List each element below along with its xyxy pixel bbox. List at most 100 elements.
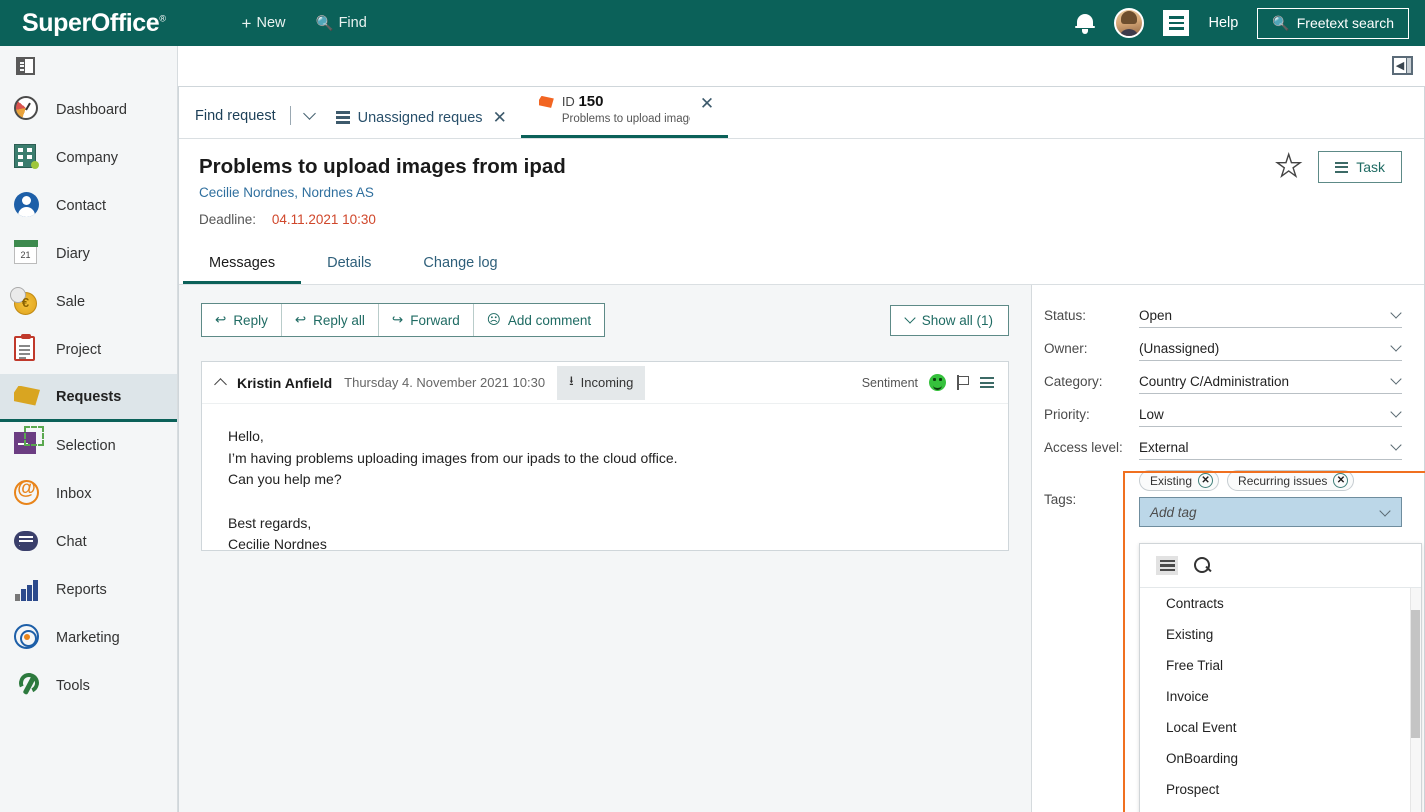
sidebar-label-inbox: Inbox xyxy=(56,486,92,502)
forward-button[interactable]: ↪ Forward xyxy=(379,304,474,336)
chevron-down-icon xyxy=(1390,373,1402,385)
tab-id-number: 150 xyxy=(578,92,604,110)
reply-label: Reply xyxy=(233,312,268,328)
sidebar-label-sale: Sale xyxy=(56,294,86,310)
remove-tag-icon[interactable]: ✕ xyxy=(1333,473,1349,488)
tab-request-150[interactable]: ID 150 Problems to upload image ✕ xyxy=(520,92,729,138)
category-select[interactable]: Country C/Administration xyxy=(1139,369,1402,394)
sidebar-item-inbox[interactable]: Inbox xyxy=(0,470,177,518)
dropdown-option[interactable]: Free Trial xyxy=(1140,650,1421,681)
sidebar-item-requests[interactable]: Requests xyxy=(0,374,177,422)
tab-change-log[interactable]: Change log xyxy=(397,243,523,284)
search-icon[interactable] xyxy=(1194,557,1211,574)
sentiment-smiley-icon[interactable] xyxy=(929,374,946,391)
show-all-label: Show all (1) xyxy=(921,312,993,328)
tab-divider xyxy=(289,106,291,125)
sidebar-label-reports: Reports xyxy=(56,582,107,598)
chevron-up-icon[interactable] xyxy=(214,378,227,391)
task-button[interactable]: Task xyxy=(1318,151,1402,183)
dropdown-option[interactable]: Existing xyxy=(1140,619,1421,650)
new-button[interactable]: + New xyxy=(242,15,286,32)
message-header-actions: Sentiment xyxy=(862,374,994,391)
dropdown-option[interactable]: Contracts xyxy=(1140,588,1421,619)
help-link[interactable]: Help xyxy=(1208,15,1238,31)
tab-unassigned-label: Unassigned reques xyxy=(357,109,483,126)
sidebar-item-chat[interactable]: Chat xyxy=(0,518,177,566)
message-menu-icon[interactable] xyxy=(980,377,994,388)
message-header: Kristin Anfield Thursday 4. November 202… xyxy=(202,362,1008,404)
chevron-down-icon[interactable] xyxy=(1379,504,1391,517)
sidebar-item-sale[interactable]: Sale xyxy=(0,278,177,326)
superoffice-logo[interactable]: SuperOffice® xyxy=(22,10,166,36)
top-right-actions: Help 🔍 Freetext search xyxy=(1075,0,1425,46)
collapse-panel-icon[interactable]: ◀ xyxy=(1392,56,1413,75)
add-comment-button[interactable]: ☹ Add comment xyxy=(474,304,604,336)
field-priority: Priority: Low xyxy=(1032,398,1424,431)
favorite-star-icon[interactable]: ★ xyxy=(1275,151,1303,182)
tab-find-request[interactable]: Find request xyxy=(195,106,316,138)
panel-layout-icon[interactable] xyxy=(16,57,35,75)
status-select[interactable]: Open xyxy=(1139,303,1402,328)
tag-chip[interactable]: Recurring issues ✕ xyxy=(1227,470,1355,491)
left-sidebar: Dashboard Company Contact 21 Diary Sale … xyxy=(0,46,178,812)
sidebar-item-company[interactable]: Company xyxy=(0,134,177,182)
find-button[interactable]: 🔍 Find xyxy=(316,15,367,32)
scrollbar-thumb[interactable] xyxy=(1411,610,1420,738)
message-body: Hello, I’m having problems uploading ima… xyxy=(228,428,678,553)
dropdown-option[interactable]: Recurring issues xyxy=(1140,805,1421,812)
at-icon xyxy=(14,478,42,508)
chevron-down-icon xyxy=(1390,307,1402,319)
access-level-select[interactable]: External xyxy=(1139,435,1402,460)
close-icon[interactable]: ✕ xyxy=(493,109,507,126)
sidebar-item-marketing[interactable]: Marketing xyxy=(0,614,177,662)
deadline-value: 04.11.2021 10:30 xyxy=(271,212,376,227)
owner-select[interactable]: (Unassigned) xyxy=(1139,336,1402,361)
show-all-button[interactable]: Show all (1) xyxy=(889,304,1009,336)
sidebar-label-requests: Requests xyxy=(56,388,122,405)
tab-unassigned-requests[interactable]: Unassigned reques ✕ xyxy=(314,109,521,138)
freetext-search-button[interactable]: 🔍 Freetext search xyxy=(1257,7,1409,39)
close-icon[interactable]: ✕ xyxy=(700,95,714,112)
user-avatar[interactable] xyxy=(1114,8,1145,38)
dropdown-option[interactable]: Local Event xyxy=(1140,712,1421,743)
tab-details[interactable]: Details xyxy=(301,243,397,284)
selection-icon xyxy=(14,426,44,460)
dropdown-option[interactable]: Invoice xyxy=(1140,681,1421,712)
reply-all-button[interactable]: ↩ Reply all xyxy=(282,304,379,336)
sub-tab-bar: Messages Details Change log xyxy=(179,243,1424,285)
list-view-icon[interactable] xyxy=(1156,556,1178,575)
sidebar-label-chat: Chat xyxy=(56,534,87,550)
remove-tag-icon[interactable]: ✕ xyxy=(1198,473,1214,488)
wrench-icon xyxy=(14,672,42,700)
sidebar-item-contact[interactable]: Contact xyxy=(0,182,177,230)
priority-select[interactable]: Low xyxy=(1139,402,1402,427)
ticket-icon xyxy=(538,95,554,108)
sidebar-item-dashboard[interactable]: Dashboard xyxy=(0,86,177,134)
reply-button[interactable]: ↩ Reply xyxy=(202,304,282,336)
tab-bar: Find request Unassigned reques ✕ ID 150 … xyxy=(179,87,1424,139)
notification-bell-icon[interactable] xyxy=(1075,12,1096,35)
dropdown-option[interactable]: OnBoarding xyxy=(1140,743,1421,774)
menu-hamburger-icon[interactable] xyxy=(1163,10,1190,36)
tag-chip-label: Existing xyxy=(1150,473,1193,488)
sidebar-item-selection[interactable]: Selection xyxy=(0,422,177,470)
request-contact-link[interactable]: Cecilie Nordnes, Nordnes AS xyxy=(199,185,1404,200)
body-split: ↩ Reply ↩ Reply all ↪ Forward ☹ Add comm… xyxy=(179,285,1425,812)
sidebar-item-tools[interactable]: Tools xyxy=(0,662,177,710)
sidebar-item-project[interactable]: Project xyxy=(0,326,177,374)
bar-chart-icon xyxy=(14,576,42,604)
tab-messages[interactable]: Messages xyxy=(183,243,302,284)
dropdown-scrollbar[interactable] xyxy=(1410,588,1421,812)
field-access-level: Access level: External xyxy=(1032,431,1424,464)
tag-chip[interactable]: Existing ✕ xyxy=(1139,470,1220,491)
add-tag-input[interactable]: Add tag xyxy=(1139,497,1402,527)
access-level-value: External xyxy=(1139,439,1189,455)
dropdown-option[interactable]: Prospect xyxy=(1140,774,1421,805)
target-icon xyxy=(14,624,42,652)
sidebar-label-dashboard: Dashboard xyxy=(56,102,127,118)
sidebar-item-reports[interactable]: Reports xyxy=(0,566,177,614)
tab-find-request-label: Find request xyxy=(195,107,276,124)
chevron-down-icon xyxy=(1390,340,1402,352)
flag-icon[interactable] xyxy=(957,375,969,390)
sidebar-item-diary[interactable]: 21 Diary xyxy=(0,230,177,278)
